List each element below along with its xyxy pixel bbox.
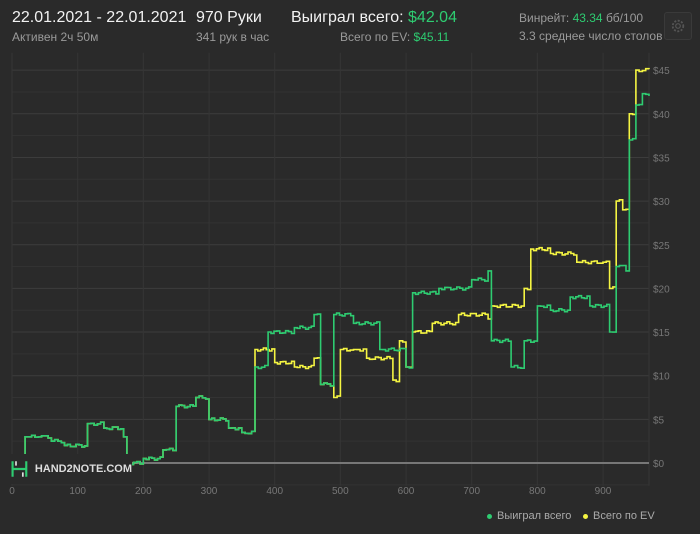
legend-label-ev: Всего по EV: [593, 510, 655, 522]
tick-labels: 0 100 200 300 400 500 600 700 800 900 $0 $5 $10 $15 $2…: [9, 66, 670, 497]
legend-item-won[interactable]: Выиграл всего: [487, 510, 571, 522]
y-tick-label: $15: [653, 328, 670, 339]
hand2note-logo: HAND2NOTE.COM: [10, 454, 132, 484]
y-tick-label: $30: [653, 197, 670, 208]
legend-dot-won: [487, 513, 492, 519]
y-tick-label: $20: [653, 284, 670, 295]
y-tick-label: $10: [653, 372, 670, 383]
x-tick-label: 700: [463, 486, 480, 497]
x-tick-label: 100: [69, 486, 86, 497]
y-tick-label: $35: [653, 153, 670, 164]
x-tick-label: 0: [9, 486, 15, 497]
x-tick-label: 400: [266, 486, 283, 497]
x-tick-label: 500: [332, 486, 349, 497]
grid: [11, 52, 650, 486]
y-tick-label: $5: [653, 415, 665, 426]
legend-label-won: Выиграл всего: [497, 510, 572, 522]
logo-text: HAND2NOTE.COM: [34, 463, 132, 475]
x-tick-label: 800: [529, 486, 546, 497]
y-tick-label: $0: [653, 459, 665, 470]
legend-item-ev[interactable]: Всего по EV: [583, 510, 655, 522]
y-tick-label: $40: [653, 110, 670, 121]
logo-icon: [11, 461, 28, 477]
x-tick-label: 200: [135, 486, 152, 497]
x-tick-label: 600: [398, 486, 415, 497]
y-tick-label: $45: [653, 66, 670, 77]
x-tick-label: 900: [595, 486, 612, 497]
series-line-won: [12, 92, 650, 466]
legend-dot-ev: [583, 513, 588, 519]
y-tick-label: $25: [653, 241, 670, 252]
x-tick-label: 300: [201, 486, 218, 497]
